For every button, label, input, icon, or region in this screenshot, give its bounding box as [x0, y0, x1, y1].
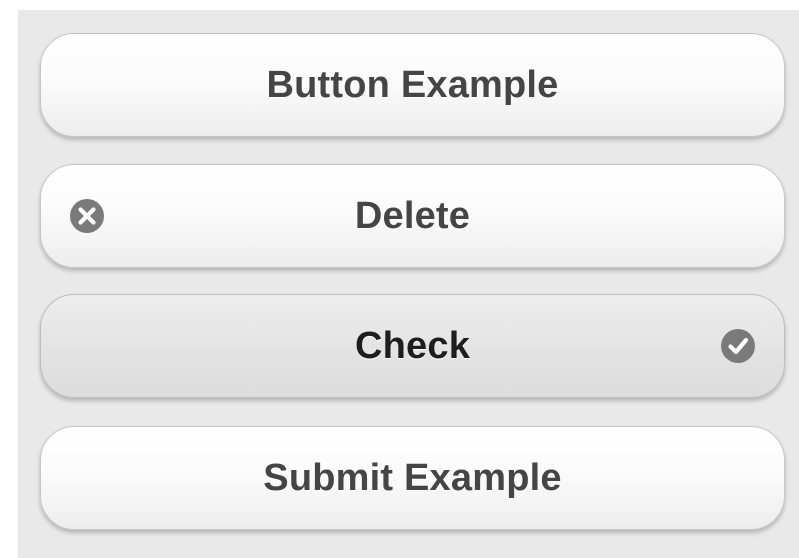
delete-button[interactable]: Delete [40, 164, 785, 268]
delete-label: Delete [354, 194, 471, 237]
check-label: Check [354, 324, 471, 367]
delete-icon [69, 198, 105, 234]
submit-example-button[interactable]: Submit Example [40, 426, 785, 530]
check-icon [720, 328, 756, 364]
button-example-button[interactable]: Button Example [40, 33, 785, 137]
submit-example-label: Submit Example [263, 456, 562, 499]
button-example-label: Button Example [266, 63, 559, 106]
check-button[interactable]: Check [40, 294, 785, 398]
